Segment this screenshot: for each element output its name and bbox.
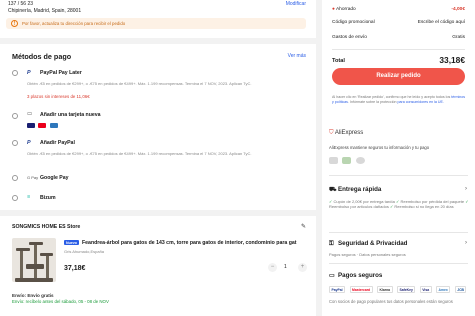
bizum-label[interactable]: Bizum <box>40 195 56 201</box>
payment-methods-card: Métodos de pago Ver más P PayPal Pay Lat… <box>0 44 316 210</box>
bizum-radio[interactable] <box>12 195 18 201</box>
jcb-logo: JCB <box>454 286 467 293</box>
divider <box>329 175 468 176</box>
shield-icon: ⛉ <box>329 130 334 136</box>
secure-payments-title: ▭ Pagos seguros <box>329 272 383 279</box>
product-price: 37,18€ <box>64 265 86 272</box>
product-image[interactable] <box>12 238 56 282</box>
saved-value: -4,00€ <box>451 7 465 12</box>
new-card-radio[interactable] <box>12 113 18 119</box>
installments-text: 3 plazos sin intereses de 11,06€ <box>27 94 90 99</box>
place-order-button[interactable]: Realizar pedido <box>332 68 465 85</box>
eu-protection-link[interactable]: para consumidores en la UE. <box>398 100 444 104</box>
fast-delivery-title[interactable]: ⛟Entrega rápida <box>329 186 381 194</box>
check-icon: ✓ <box>465 199 469 204</box>
divider <box>329 232 468 233</box>
legal-text: Al hacer clic en 'Realizar pedido', conf… <box>332 95 466 104</box>
trust-card: ⛉ AliExpress AliExpress mantiene seguros… <box>322 122 475 316</box>
chevron-right-icon[interactable]: › <box>465 186 467 192</box>
card-brands <box>27 123 60 130</box>
mastercard-icon <box>38 123 47 128</box>
safe-payments-text: Con socios de pago populares tus datos p… <box>329 299 453 304</box>
order-summary-card: ● Ahorrado -4,00€ Código promocional Esc… <box>322 0 475 140</box>
check-icon: ✓ <box>389 204 394 210</box>
cat-tree-platform <box>16 248 30 251</box>
certificate-icons <box>329 157 368 166</box>
payment-title: Métodos de pago <box>12 52 72 61</box>
lock-icon: ⚿ <box>329 240 334 247</box>
shipping-text: Envío: Envío gratis <box>12 293 54 298</box>
cat-tree-post <box>34 244 37 282</box>
address-city: Chipinería, Madrid, Spain, 28001 <box>8 8 82 14</box>
paylater-label[interactable]: PayPal Pay Later <box>40 70 82 76</box>
promo-label: Código promocional <box>332 20 375 25</box>
seal-icon <box>355 157 365 164</box>
quantity-plus-button[interactable]: + <box>298 263 307 272</box>
total-value: 33,18€ <box>439 55 465 65</box>
googlepay-radio[interactable] <box>12 175 18 181</box>
promo-code-input[interactable]: Escribe el código aquí <box>418 20 465 25</box>
divider <box>329 263 468 264</box>
modify-address-link[interactable]: Modificar <box>286 1 306 7</box>
security-title[interactable]: ⚿ Seguridad & Privacidad <box>329 240 407 248</box>
paypal-note: Obtén -€5 en pedidos de €299+, o -€75 en… <box>27 151 252 156</box>
new-badge: Nuevo <box>64 240 79 245</box>
paylater-radio[interactable] <box>12 70 18 76</box>
new-card-label[interactable]: Añadir una tarjeta nueva <box>40 112 101 118</box>
bizum-icon: ≡ <box>27 194 31 200</box>
address-line: 137 / 56 23 <box>8 1 34 7</box>
divider <box>332 49 465 50</box>
coin-icon: ● <box>332 7 335 12</box>
delivery-date: Envío: recíbelo antes del sábado, 05 - 0… <box>12 299 109 304</box>
add-paypal-label[interactable]: Añadir PayPal <box>40 140 75 146</box>
google-pay-icon: G Pay <box>27 175 39 180</box>
warning-icon: ! <box>11 20 18 27</box>
cat-tree-platform <box>29 242 43 245</box>
chevron-right-icon[interactable]: › <box>465 240 467 246</box>
pci-icon <box>329 157 338 164</box>
address-card: 137 / 56 23 Chipinería, Madrid, Spain, 2… <box>0 0 316 38</box>
card-icon: ▭ <box>27 111 33 117</box>
paylater-note: Obtén -€5 en pedidos de €299+, o -€75 en… <box>27 81 252 86</box>
cat-tree-base <box>15 278 53 282</box>
amex-logo: Amex <box>436 286 451 293</box>
store-card: SONGMICS HOME ES Store ✎ Nuevo Feandrea-… <box>0 216 316 316</box>
see-more-link[interactable]: Ver más <box>288 53 306 59</box>
product-variant[interactable]: Gris Ahumado,España <box>64 249 104 254</box>
mastercard-logo: Mastercard <box>349 286 373 293</box>
address-warning: ! Por favor, actualiza tu dirección para… <box>6 18 306 29</box>
shipping-label: Gastos de envío <box>332 35 367 40</box>
quantity-value: 1 <box>284 264 287 270</box>
safekey-logo: SafeKey <box>396 286 416 293</box>
visa-logo: Visa <box>419 286 432 293</box>
cat-tree-house <box>26 264 44 269</box>
klarna-logo: Klarna <box>377 286 393 293</box>
product-title[interactable]: Feandrea-árbol para gatos de 143 cm, tor… <box>82 240 307 246</box>
check-icon: ✓ <box>396 199 400 204</box>
paypal-icon: P <box>27 140 31 146</box>
aliexpress-brand: ⛉ AliExpress <box>329 130 364 136</box>
warning-text: Por favor, actualiza tu dirección para r… <box>22 21 126 26</box>
shipping-value: Gratis <box>452 35 465 40</box>
trust-intro: AliExpress mantiene seguros tu informaci… <box>329 145 430 150</box>
edit-icon[interactable]: ✎ <box>301 223 306 230</box>
saved-label: ● Ahorrado <box>332 7 356 12</box>
delivery-guarantees: ✓ Cupón de 2,00€ por entrega tardía ✓ Re… <box>329 199 469 210</box>
visa-icon <box>27 123 35 128</box>
quantity-minus-button[interactable]: − <box>268 263 277 272</box>
paypal-icon: P <box>27 70 31 76</box>
cat-tree-platform <box>40 253 53 256</box>
truck-icon: ⛟ <box>329 186 337 193</box>
payment-logos: PayPal Mastercard Klarna SafeKey Visa Am… <box>329 286 469 293</box>
cert-icon <box>342 157 352 164</box>
check-icon: ✓ <box>329 199 333 204</box>
security-text: Pagos seguros · Datos personales seguros <box>329 252 406 257</box>
total-label: Total <box>332 58 345 64</box>
paypal-radio[interactable] <box>12 140 18 146</box>
store-name[interactable]: SONGMICS HOME ES Store <box>12 224 80 230</box>
paypal-logo: PayPal <box>329 286 346 293</box>
googlepay-label[interactable]: Google Pay <box>40 175 69 181</box>
amex-icon <box>49 123 58 128</box>
card-icon: ▭ <box>329 272 335 279</box>
